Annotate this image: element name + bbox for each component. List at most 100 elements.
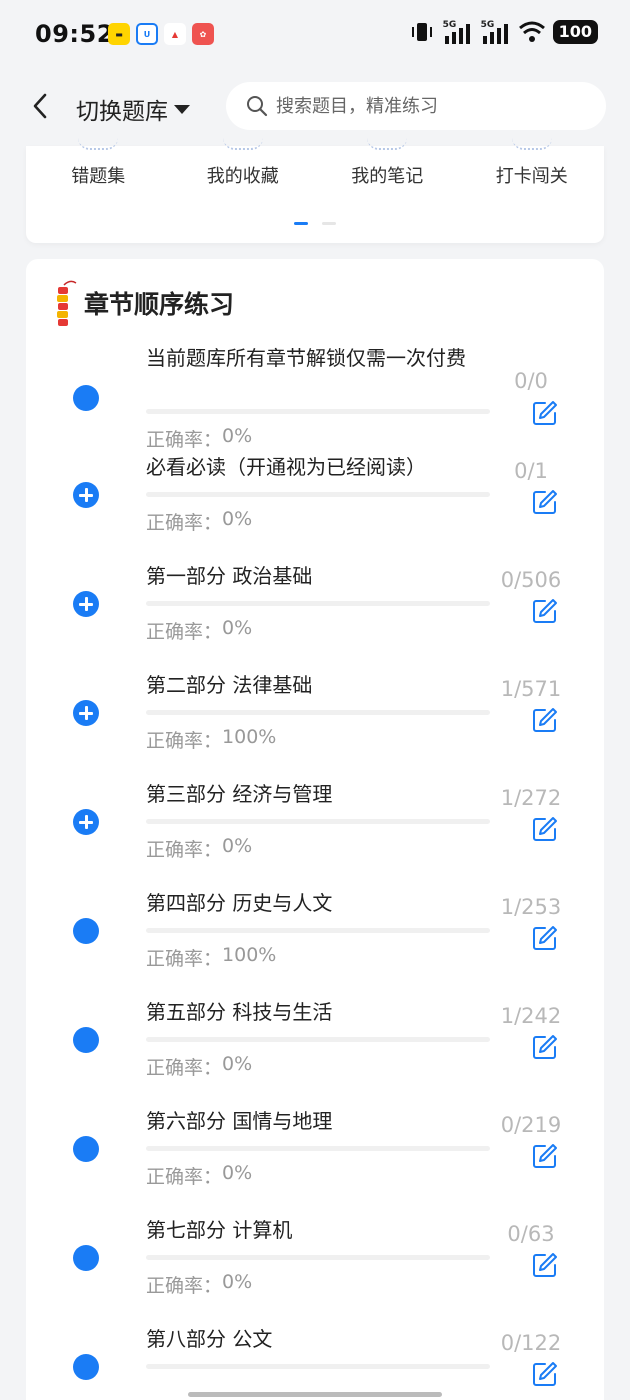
chapter-progress-bar: [146, 928, 490, 933]
plus-circle-icon[interactable]: [73, 591, 99, 617]
chapter-item[interactable]: 当前题库所有章节解锁仅需一次付费 正确率： 0% 0/0: [26, 343, 604, 452]
vibrate-icon: [411, 23, 432, 41]
accuracy-value: 100%: [222, 944, 277, 966]
app-notification-icon: ✿: [192, 23, 214, 45]
accuracy-value: 100%: [222, 726, 277, 748]
chapter-item[interactable]: 第八部分 公文 0/122: [26, 1324, 604, 1400]
quick-link-checkin[interactable]: 打卡闯关: [460, 146, 605, 206]
search-input[interactable]: [276, 95, 576, 117]
accuracy-prefix: 正确率：: [146, 730, 223, 752]
filled-dot-icon: [73, 1354, 99, 1380]
chapter-count: 1/272: [500, 786, 562, 810]
search-box[interactable]: [226, 82, 606, 130]
plus-circle-icon[interactable]: [73, 482, 99, 508]
chevron-left-icon: [33, 93, 47, 119]
chapter-progress-bar: [146, 601, 490, 606]
edit-icon[interactable]: [531, 399, 559, 427]
quick-link-label: 打卡闯关: [495, 166, 568, 187]
edit-icon[interactable]: [531, 924, 559, 952]
filled-dot-icon: [73, 1027, 99, 1053]
plus-circle-icon[interactable]: [73, 700, 99, 726]
chapter-progress-bar: [146, 1364, 490, 1369]
accuracy-prefix: 正确率：: [146, 429, 223, 451]
chapter-count: 1/571: [500, 677, 562, 701]
accuracy-value: 0%: [222, 617, 253, 639]
chapter-accuracy: 正确率： 0%: [146, 617, 252, 644]
accuracy-value: 0%: [222, 835, 253, 857]
chapter-item[interactable]: 第四部分 历史与人文 正确率： 100% 1/253: [26, 888, 604, 997]
chapter-practice-card: 章节顺序练习 当前题库所有章节解锁仅需一次付费 正确率： 0% 0/0 必看必读（开通视…: [26, 259, 604, 1400]
edit-icon[interactable]: [531, 815, 559, 843]
edit-icon[interactable]: [531, 1033, 559, 1061]
quick-links-card: 错题集 我的收藏 我的笔记 打卡闯关: [26, 146, 604, 243]
battery-indicator: 100: [552, 20, 598, 44]
top-header: 切换题库: [0, 70, 630, 146]
notification-icons: ▬ U ▲ ✿: [108, 23, 214, 45]
search-icon: [247, 96, 268, 117]
accuracy-prefix: 正确率：: [146, 512, 223, 534]
chapter-item[interactable]: 第五部分 科技与生活 正确率： 0% 1/242: [26, 997, 604, 1106]
switch-bank-label: 切换题库: [76, 99, 168, 125]
chapter-accuracy: 正确率： 0%: [146, 425, 252, 452]
app-notification-icon: ▲: [164, 23, 186, 45]
signal-icon: 5G: [443, 20, 473, 44]
chapter-accuracy: 正确率： 0%: [146, 508, 252, 535]
status-bar: 09:52 ▬ U ▲ ✿ 5G 5G 100: [0, 0, 630, 70]
accuracy-prefix: 正确率：: [146, 1057, 223, 1079]
chapter-accuracy: 正确率： 0%: [146, 835, 252, 862]
chapter-name: 第八部分 公文: [146, 1327, 273, 1351]
accuracy-value: 0%: [222, 1053, 253, 1075]
switch-bank-dropdown[interactable]: 切换题库: [76, 92, 190, 126]
chapter-count: 0/506: [500, 568, 562, 592]
chapter-name: 第七部分 计算机: [146, 1218, 293, 1242]
accuracy-prefix: 正确率：: [146, 839, 223, 861]
page-indicator: [294, 222, 336, 225]
chapter-count: 0/122: [500, 1331, 562, 1355]
app-notification-icon: U: [136, 23, 158, 45]
edit-icon[interactable]: [531, 1360, 559, 1388]
chapter-count: 1/242: [500, 1004, 562, 1028]
chapter-name: 第二部分 法律基础: [146, 673, 313, 697]
chapter-progress-bar: [146, 710, 490, 715]
quick-link-wrong-questions[interactable]: 错题集: [26, 146, 171, 206]
wrong-questions-icon: [78, 138, 119, 150]
chapter-count: 0/1: [514, 459, 548, 483]
chapter-item[interactable]: 必看必读（开通视为已经阅读） 正确率： 0% 0/1: [26, 452, 604, 561]
firecracker-icon: [57, 280, 77, 326]
notes-icon: [367, 138, 408, 150]
chapter-section-title: 章节顺序练习: [84, 290, 235, 319]
chapter-name: 第四部分 历史与人文: [146, 891, 333, 915]
chapter-name: 第三部分 经济与管理: [146, 782, 333, 806]
edit-icon[interactable]: [531, 1142, 559, 1170]
accuracy-prefix: 正确率：: [146, 948, 223, 970]
app-notification-icon: ▬: [108, 23, 130, 45]
edit-icon[interactable]: [531, 597, 559, 625]
chapter-count: 0/219: [500, 1113, 562, 1137]
home-indicator[interactable]: [188, 1392, 442, 1397]
accuracy-value: 0%: [222, 425, 253, 447]
edit-icon[interactable]: [531, 488, 559, 516]
chapter-item[interactable]: 第六部分 国情与地理 正确率： 0% 0/219: [26, 1106, 604, 1215]
chapter-item[interactable]: 第七部分 计算机 正确率： 0% 0/63: [26, 1215, 604, 1324]
chapter-item[interactable]: 第三部分 经济与管理 正确率： 0% 1/272: [26, 779, 604, 888]
quick-link-favorites[interactable]: 我的收藏: [171, 146, 316, 206]
chapter-count: 1/253: [500, 895, 562, 919]
chapter-progress-bar: [146, 409, 490, 414]
edit-icon[interactable]: [531, 1251, 559, 1279]
chapter-accuracy: 正确率： 0%: [146, 1271, 252, 1298]
quick-link-notes[interactable]: 我的笔记: [315, 146, 460, 206]
chapter-name: 第五部分 科技与生活: [146, 1000, 333, 1024]
chapter-name: 第六部分 国情与地理: [146, 1109, 333, 1133]
chapter-accuracy: 正确率： 0%: [146, 1053, 252, 1080]
filled-dot-icon: [73, 918, 99, 944]
chapter-item[interactable]: 第二部分 法律基础 正确率： 100% 1/571: [26, 670, 604, 779]
caret-down-icon: [174, 104, 190, 114]
chapter-progress-bar: [146, 1255, 490, 1260]
plus-circle-icon[interactable]: [73, 809, 99, 835]
accuracy-prefix: 正确率：: [146, 1166, 223, 1188]
back-button[interactable]: [22, 88, 58, 124]
favorites-icon: [222, 138, 263, 150]
page-dot-active: [294, 222, 308, 225]
chapter-item[interactable]: 第一部分 政治基础 正确率： 0% 0/506: [26, 561, 604, 670]
edit-icon[interactable]: [531, 706, 559, 734]
